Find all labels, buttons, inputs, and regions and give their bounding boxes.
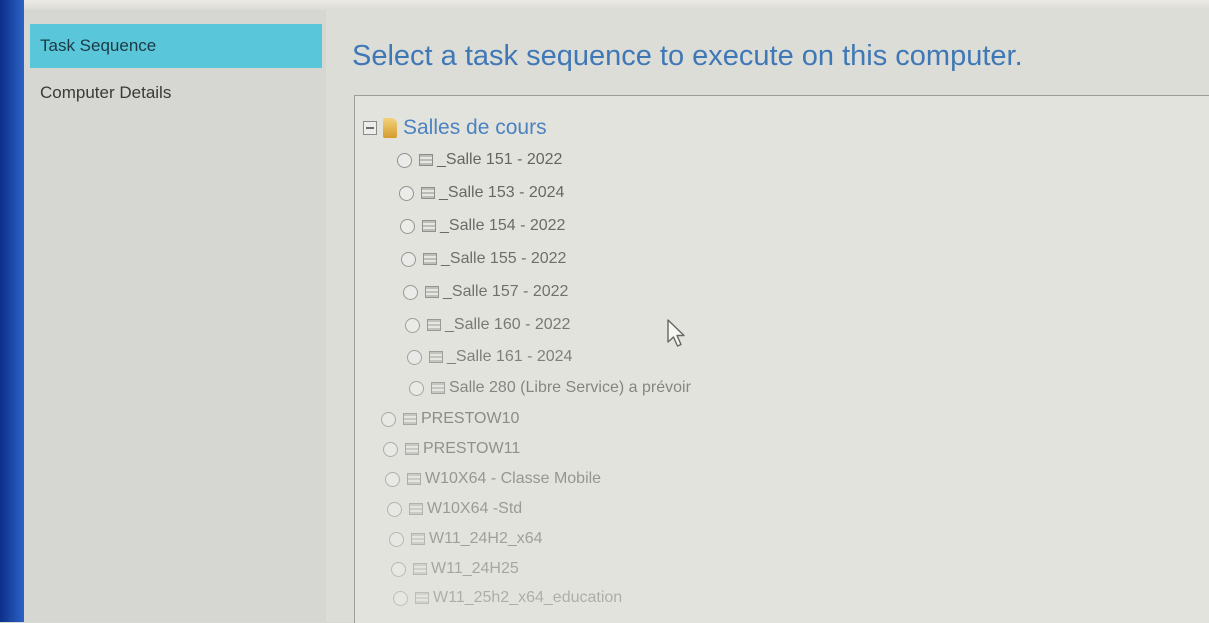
task-sequence-label: _Salle 155 - 2022 [441, 250, 567, 267]
radio-button[interactable] [383, 441, 398, 457]
task-sequence-item[interactable]: _Salle 155 - 2022 [401, 247, 566, 271]
folder-icon [383, 118, 397, 138]
task-sequence-label: _Salle 161 - 2024 [447, 348, 573, 365]
radio-button[interactable] [381, 411, 396, 427]
task-sequence-item[interactable]: W10X64 - Classe Mobile [385, 467, 601, 491]
task-sequence-icon [403, 413, 417, 425]
task-sequence-icon [429, 351, 443, 363]
task-sequence-label: PRESTOW11 [423, 440, 521, 457]
task-sequence-label: _Salle 151 - 2022 [437, 151, 563, 168]
task-sequence-label: W10X64 - Classe Mobile [425, 470, 602, 487]
task-sequence-icon [407, 473, 421, 485]
task-sequence-icon [427, 319, 441, 331]
task-sequence-icon [405, 443, 419, 455]
task-sequence-icon [422, 220, 436, 232]
task-sequence-icon [419, 154, 433, 166]
task-sequence-label: _Salle 157 - 2022 [443, 283, 569, 300]
radio-button[interactable] [385, 471, 400, 487]
radio-button[interactable] [393, 590, 408, 606]
task-sequence-item[interactable]: Salle 280 (Libre Service) a prévoir [409, 376, 691, 400]
mouse-cursor-icon [667, 319, 685, 347]
task-sequence-label: W11_24H2_x64 [429, 530, 543, 547]
sidebar-item-task-sequence[interactable]: Task Sequence [30, 24, 322, 68]
radio-button[interactable] [405, 317, 420, 333]
task-sequence-item[interactable]: _Salle 153 - 2024 [399, 181, 564, 205]
radio-button[interactable] [391, 561, 406, 577]
task-sequence-item[interactable]: PRESTOW11 [383, 437, 520, 461]
radio-button[interactable] [389, 531, 404, 547]
radio-button[interactable] [403, 284, 418, 300]
radio-button[interactable] [407, 349, 422, 365]
task-sequence-item[interactable]: W11_24H25 [391, 557, 519, 581]
main-panel: Select a task sequence to execute on thi… [326, 10, 1209, 623]
window-top-strip [0, 0, 1209, 10]
task-sequence-label: W10X64 -Std [427, 500, 523, 517]
sidebar-item-computer-details[interactable]: Computer Details [30, 76, 322, 110]
task-sequence-icon [431, 382, 445, 394]
radio-button[interactable] [399, 185, 414, 201]
task-sequence-icon [413, 563, 427, 575]
task-sequence-item[interactable]: W11_24H2_x64 [389, 527, 543, 551]
window-left-edge [0, 0, 24, 622]
task-sequence-item[interactable]: _Salle 161 - 2024 [407, 345, 572, 369]
radio-button[interactable] [387, 501, 402, 517]
task-sequence-label: _Salle 160 - 2022 [445, 316, 571, 333]
task-sequence-label: W11_24H25 [431, 560, 519, 577]
radio-button[interactable] [397, 152, 412, 168]
radio-button[interactable] [409, 380, 424, 396]
tree-group-label: Salles de cours [403, 116, 547, 139]
radio-button[interactable] [401, 251, 416, 267]
task-sequence-icon [415, 592, 429, 604]
page-title: Select a task sequence to execute on thi… [352, 40, 1023, 72]
task-sequence-icon [411, 533, 425, 545]
task-sequence-icon [409, 503, 423, 515]
task-sequence-item[interactable]: PRESTOW10 [381, 407, 519, 431]
task-sequence-icon [423, 253, 437, 265]
task-sequence-tree[interactable]: Salles de cours _Salle 151 - 2022 _Salle… [354, 95, 1209, 623]
task-sequence-item[interactable]: W11_25h2_x64_education [393, 586, 622, 610]
task-sequence-item[interactable]: _Salle 160 - 2022 [405, 313, 570, 337]
wizard-sidebar: Task Sequence Computer Details [24, 10, 326, 622]
task-sequence-label: W11_25h2_x64_education [433, 589, 623, 606]
task-sequence-icon [425, 286, 439, 298]
tree-group-salles-de-cours[interactable]: Salles de cours [363, 114, 547, 142]
task-sequence-label: _Salle 153 - 2024 [439, 184, 565, 201]
task-sequence-label: _Salle 154 - 2022 [440, 217, 566, 234]
task-sequence-item[interactable]: W10X64 -Std [387, 497, 522, 521]
collapse-icon[interactable] [363, 121, 377, 135]
task-sequence-item[interactable]: _Salle 151 - 2022 [397, 148, 562, 172]
task-sequence-item[interactable]: _Salle 157 - 2022 [403, 280, 568, 304]
task-sequence-label: PRESTOW10 [421, 410, 520, 427]
task-sequence-icon [421, 187, 435, 199]
radio-button[interactable] [400, 218, 415, 234]
task-sequence-label: Salle 280 (Libre Service) a prévoir [449, 379, 691, 396]
task-sequence-item[interactable]: _Salle 154 - 2022 [400, 214, 565, 238]
